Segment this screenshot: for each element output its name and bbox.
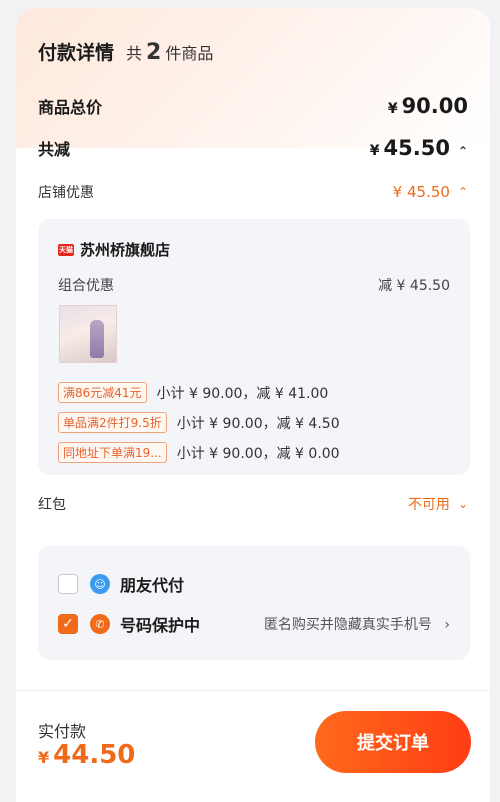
red-packet-row[interactable]: 红包 不可用 ⌄ [38, 494, 468, 514]
phone-shield-icon: ✆ [90, 614, 110, 634]
shop-name: 苏州桥旗舰店 [80, 241, 171, 259]
store-discount-label: 店铺优惠 [38, 185, 94, 201]
shop-discount-card: 天猫 苏州桥旗舰店 组合优惠 减 ¥ 45.50 满86元减41元 小计 ¥ 9… [38, 219, 470, 475]
header-gradient [16, 8, 490, 148]
product-thumbnail[interactable] [59, 305, 117, 363]
combo-discount-row: 组合优惠 减 ¥ 45.50 [58, 275, 450, 295]
promo-tag: 满86元减41元 [58, 382, 147, 403]
friend-pay-label: 朋友代付 [120, 576, 185, 595]
total-discount-label: 共减 [38, 140, 71, 159]
shop-header: 天猫 苏州桥旗舰店 [58, 239, 170, 260]
chevron-up-icon: ⌃ [457, 144, 468, 158]
promo-tag: 同地址下单满19... [58, 442, 167, 463]
combo-discount-value: 减 ¥ 45.50 [378, 278, 450, 294]
store-discount-row[interactable]: 店铺优惠 ¥ 45.50 ⌃ [38, 182, 468, 202]
pay-label: 实付款 [38, 722, 87, 741]
friend-pay-icon: ☺ [90, 574, 110, 594]
total-discount-value: ¥45.50 ⌃ [369, 136, 468, 160]
combo-discount-label: 组合优惠 [58, 278, 114, 294]
promo-tag: 单品满2件打9.5折 [58, 412, 167, 433]
promo-line: 同地址下单满19... 小计 ¥ 90.00，减 ¥ 0.00 [58, 442, 340, 463]
total-price-label: 商品总价 [38, 98, 103, 117]
chevron-up-icon: ⌃ [457, 185, 468, 199]
total-price-value: ¥90.00 [387, 94, 468, 118]
store-discount-value: ¥ 45.50 ⌃ [392, 183, 468, 201]
number-protect-label: 号码保护中 [120, 616, 201, 635]
chevron-right-icon: › [444, 617, 450, 633]
options-card: ☺ 朋友代付 ✓ ✆ 号码保护中 匿名购买并隐藏真实手机号 › [38, 546, 470, 660]
submit-order-button[interactable]: 提交订单 [315, 711, 471, 773]
promo-line: 满86元减41元 小计 ¥ 90.00，减 ¥ 41.00 [58, 382, 328, 403]
promo-text: 小计 ¥ 90.00，减 ¥ 4.50 [176, 415, 340, 432]
total-price-row: 商品总价 ¥90.00 [38, 94, 468, 118]
footer-divider [16, 690, 490, 691]
number-protect-option[interactable]: ✓ ✆ 号码保护中 匿名购买并隐藏真实手机号 › [58, 612, 450, 636]
item-count: 共 2 件商品 [126, 40, 214, 65]
friend-pay-checkbox[interactable] [58, 574, 78, 594]
promo-text: 小计 ¥ 90.00，减 ¥ 41.00 [156, 385, 329, 402]
chevron-down-icon: ⌄ [457, 497, 468, 511]
red-packet-value: 不可用 ⌄ [407, 497, 468, 513]
payment-sheet: 付款详情 共 2 件商品 商品总价 ¥90.00 共减 ¥45.50 ⌃ 店铺优惠 … [16, 8, 490, 802]
number-protect-desc[interactable]: 匿名购买并隐藏真实手机号 › [264, 614, 450, 634]
bottle-image [90, 320, 104, 358]
total-discount-row[interactable]: 共减 ¥45.50 ⌃ [38, 136, 468, 160]
payment-header: 付款详情 共 2 件商品 [38, 38, 213, 65]
red-packet-label: 红包 [38, 497, 66, 513]
promo-text: 小计 ¥ 90.00，减 ¥ 0.00 [176, 445, 340, 462]
number-protect-checkbox[interactable]: ✓ [58, 614, 78, 634]
promo-line: 单品满2件打9.5折 小计 ¥ 90.00，减 ¥ 4.50 [58, 412, 340, 433]
page-title: 付款详情 [38, 42, 115, 64]
tmall-logo-icon: 天猫 [58, 243, 74, 256]
friend-pay-option[interactable]: ☺ 朋友代付 [58, 572, 450, 596]
pay-amount: ¥44.50 [38, 740, 136, 770]
